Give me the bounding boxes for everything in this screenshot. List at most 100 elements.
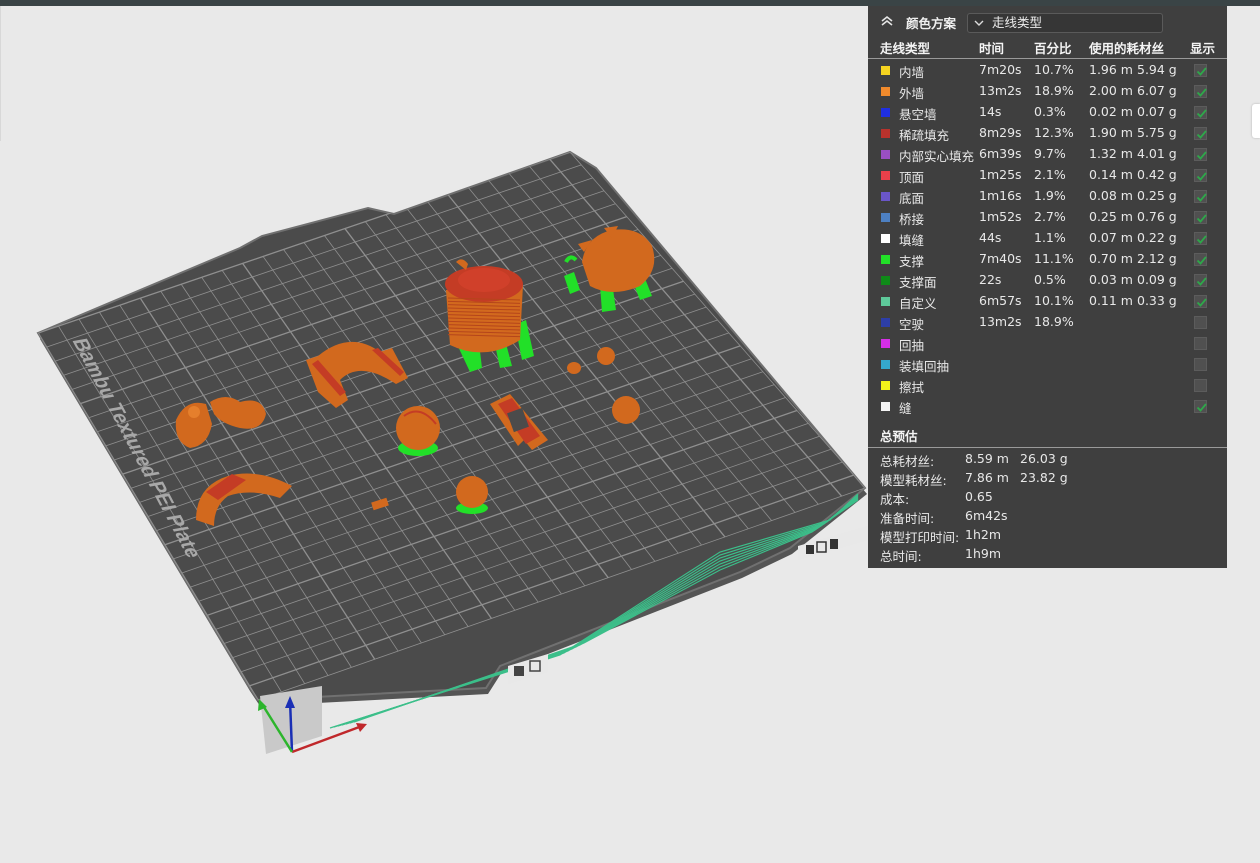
line-type-length: 0.07 m (1089, 230, 1133, 245)
color-swatch (881, 192, 890, 201)
color-swatch (881, 339, 890, 348)
checkmark-icon (1196, 172, 1207, 181)
line-type-length: 1.32 m (1089, 146, 1133, 161)
line-type-percent: 2.1% (1034, 167, 1066, 182)
line-type-time: 1m52s (979, 209, 1022, 224)
visibility-checkbox[interactable] (1194, 106, 1207, 119)
estimate-row: 总耗材丝: 8.59 m 26.03 g (868, 450, 1227, 469)
color-swatch (881, 171, 890, 180)
visibility-checkbox[interactable] (1194, 148, 1207, 161)
visibility-checkbox[interactable] (1194, 85, 1207, 98)
estimate-label: 模型耗材丝: (880, 473, 947, 488)
color-scheme-value: 走线类型 (992, 15, 1043, 30)
line-type-percent: 10.7% (1034, 62, 1074, 77)
column-header-type: 走线类型 (880, 41, 931, 56)
color-scheme-dropdown[interactable]: 走线类型 (967, 13, 1163, 33)
line-type-time: 7m40s (979, 251, 1022, 266)
visibility-checkbox[interactable] (1194, 232, 1207, 245)
visibility-checkbox[interactable] (1194, 337, 1207, 350)
estimate-label: 成本: (880, 492, 910, 507)
checkmark-icon (1196, 214, 1207, 223)
line-type-weight: 6.07 g (1137, 83, 1177, 98)
line-type-percent: 18.9% (1034, 314, 1074, 329)
line-type-length: 1.96 m (1089, 62, 1133, 77)
estimate-row: 模型耗材丝: 7.86 m 23.82 g (868, 469, 1227, 488)
build-plate[interactable] (36, 150, 867, 702)
legend-row: 填缝 44s 1.1% 0.07 m 0.22 g (868, 228, 1227, 249)
line-type-time: 14s (979, 104, 1002, 119)
line-type-time: 13m2s (979, 314, 1022, 329)
color-swatch (881, 381, 890, 390)
visibility-checkbox[interactable] (1194, 190, 1207, 203)
line-type-weight: 0.33 g (1137, 293, 1177, 308)
line-type-name: 装填回抽 (899, 359, 950, 374)
line-type-percent: 1.1% (1034, 230, 1066, 245)
line-type-name: 支撑 (899, 254, 925, 269)
visibility-checkbox[interactable] (1194, 358, 1207, 371)
visibility-checkbox[interactable] (1194, 253, 1207, 266)
line-type-name: 缝 (899, 401, 912, 416)
collapse-icon[interactable] (879, 14, 895, 28)
line-type-name: 填缝 (899, 233, 925, 248)
line-type-percent: 12.3% (1034, 125, 1074, 140)
checkmark-icon (1196, 403, 1207, 412)
estimate-value-secondary: 23.82 g (1020, 470, 1068, 485)
color-swatch (881, 276, 890, 285)
legend-header: 颜色方案 走线类型 (868, 6, 1227, 36)
estimate-value: 7.86 m (965, 470, 1009, 485)
legend-row: 内部实心填充 6m39s 9.7% 1.32 m 4.01 g (868, 144, 1227, 165)
legend-row: 装填回抽 (868, 354, 1227, 375)
legend-row: 稀疏填充 8m29s 12.3% 1.90 m 5.75 g (868, 123, 1227, 144)
line-type-time: 44s (979, 230, 1002, 245)
estimate-label: 总时间: (880, 549, 922, 564)
line-type-percent: 10.1% (1034, 293, 1074, 308)
color-swatch (881, 213, 890, 222)
visibility-checkbox[interactable] (1194, 127, 1207, 140)
model-pot-opening[interactable] (458, 268, 510, 292)
line-type-name: 悬空墙 (899, 107, 937, 122)
line-type-weight: 5.75 g (1137, 125, 1177, 140)
line-type-name: 稀疏填充 (899, 128, 950, 143)
visibility-checkbox[interactable] (1194, 400, 1207, 413)
color-swatch (881, 297, 890, 306)
model-blob-eye[interactable] (188, 406, 200, 418)
right-side-handle[interactable] (1252, 104, 1260, 138)
visibility-checkbox[interactable] (1194, 379, 1207, 392)
legend-row: 擦拭 (868, 375, 1227, 396)
legend-row: 悬空墙 14s 0.3% 0.02 m 0.07 g (868, 102, 1227, 123)
legend-row: 自定义 6m57s 10.1% 0.11 m 0.33 g (868, 291, 1227, 312)
color-scheme-label: 颜色方案 (906, 16, 957, 31)
estimate-value: 6m42s (965, 508, 1008, 523)
column-header-show: 显示 (1190, 41, 1216, 56)
model-dome[interactable] (456, 476, 488, 508)
line-type-name: 外墙 (899, 86, 925, 101)
checkmark-icon (1196, 256, 1207, 265)
model-small-piece[interactable] (567, 362, 581, 374)
visibility-checkbox[interactable] (1194, 316, 1207, 329)
line-type-length: 0.02 m (1089, 104, 1133, 119)
line-type-name: 支撑面 (899, 275, 937, 290)
visibility-checkbox[interactable] (1194, 211, 1207, 224)
checkmark-icon (1196, 151, 1207, 160)
estimate-value: 1h9m (965, 546, 1002, 561)
line-type-time: 8m29s (979, 125, 1022, 140)
estimate-row: 总时间: 1h9m (868, 545, 1227, 564)
line-type-length: 0.08 m (1089, 188, 1133, 203)
line-type-name: 内墙 (899, 65, 925, 80)
chevron-down-icon (974, 20, 984, 26)
line-type-time: 1m16s (979, 188, 1022, 203)
model-small-ball[interactable] (612, 396, 640, 424)
visibility-checkbox[interactable] (1194, 274, 1207, 287)
visibility-checkbox[interactable] (1194, 295, 1207, 308)
visibility-checkbox[interactable] (1194, 64, 1207, 77)
line-type-name: 顶面 (899, 170, 925, 185)
line-type-name: 空驶 (899, 317, 925, 332)
checkmark-icon (1196, 298, 1207, 307)
visibility-checkbox[interactable] (1194, 169, 1207, 182)
column-header-percent: 百分比 (1034, 41, 1072, 56)
line-type-length: 2.00 m (1089, 83, 1133, 98)
line-type-name: 底面 (899, 191, 925, 206)
line-type-length: 0.70 m (1089, 251, 1133, 266)
checkmark-icon (1196, 193, 1207, 202)
model-small-piece[interactable] (597, 347, 615, 365)
